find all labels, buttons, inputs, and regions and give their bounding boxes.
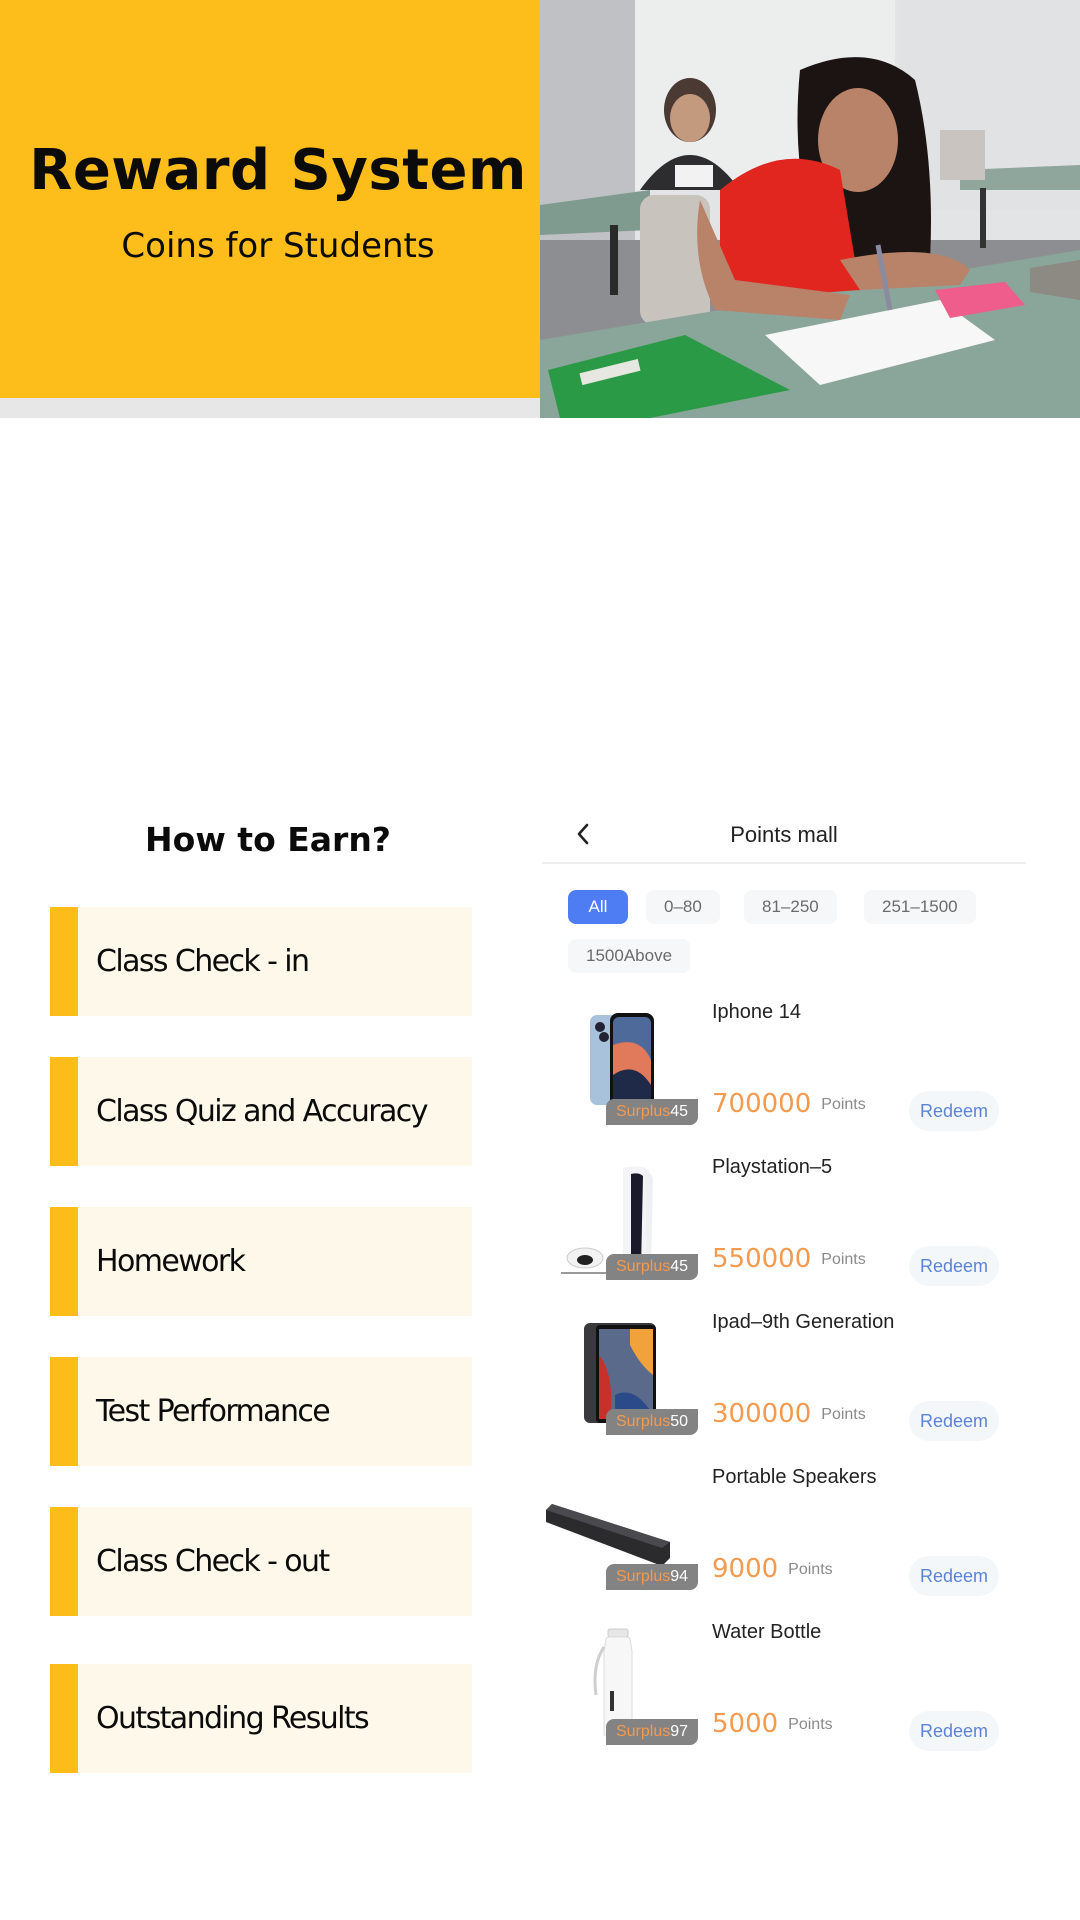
surplus-badge: Surplus94: [606, 1564, 698, 1590]
filter-chip-all[interactable]: All: [568, 890, 628, 924]
accent-bar: [50, 1357, 78, 1466]
earn-item-label: Class Quiz and Accuracy: [96, 1094, 428, 1129]
filter-chip-0-80[interactable]: 0–80: [646, 890, 720, 924]
classroom-photo-illustration: [540, 0, 1080, 418]
product-price: 300000 Points: [712, 1399, 866, 1429]
surplus-badge: Surplus50: [606, 1409, 698, 1435]
surplus-badge: Surplus45: [606, 1099, 698, 1125]
earn-methods-list: Class Check - in Class Quiz and Accuracy…: [50, 907, 472, 1814]
points-unit: Points: [821, 1251, 866, 1268]
redeem-button[interactable]: Redeem: [909, 1556, 999, 1596]
accent-bar: [50, 1664, 78, 1773]
how-to-earn-heading: How to Earn?: [145, 820, 391, 859]
earn-item-label: Class Check - out: [96, 1544, 330, 1579]
points-mall-title: Points mall: [730, 822, 838, 847]
product-name: Water Bottle: [712, 1621, 822, 1643]
points-mall-panel: Points mall All 0–80 81–250 251–1500 150…: [542, 800, 1026, 1751]
hero-photo: [540, 0, 1080, 418]
earn-item-class-quiz: Class Quiz and Accuracy: [50, 1057, 472, 1166]
surplus-badge: Surplus97: [606, 1719, 698, 1745]
earn-item-label: Test Performance: [96, 1394, 331, 1429]
earn-item-label: Class Check - in: [96, 944, 310, 979]
product-item: Surplus94 Portable Speakers 9000 Points R…: [542, 1460, 1026, 1615]
product-price: 5000 Points: [712, 1709, 833, 1739]
product-name: Iphone 14: [712, 1001, 801, 1023]
redeem-button[interactable]: Redeem: [909, 1246, 999, 1286]
accent-bar: [50, 1507, 78, 1616]
earn-item-homework: Homework: [50, 1207, 472, 1316]
earn-item-test-performance: Test Performance: [50, 1357, 472, 1466]
product-name: Portable Speakers: [712, 1466, 877, 1488]
product-item: Surplus45 Playstation–5 550000 Points Red…: [542, 1150, 1026, 1305]
points-unit: Points: [821, 1406, 866, 1423]
points-unit: Points: [788, 1716, 833, 1733]
product-price: 9000 Points: [712, 1554, 833, 1584]
earn-item-label: Outstanding Results: [96, 1701, 370, 1736]
points-unit: Points: [821, 1096, 866, 1113]
redeem-button[interactable]: Redeem: [909, 1711, 999, 1751]
surplus-badge: Surplus45: [606, 1254, 698, 1280]
points-unit: Points: [788, 1561, 833, 1578]
earn-item-class-check-in: Class Check - in: [50, 907, 472, 1016]
hero-title: Reward System: [29, 138, 527, 203]
filter-chip-251-1500[interactable]: 251–1500: [864, 890, 976, 924]
product-item: Surplus45 Iphone 14 700000 Points Redeem: [542, 995, 1026, 1150]
product-list: Surplus45 Iphone 14 700000 Points Redeem …: [542, 995, 1026, 1770]
points-mall-header: Points mall: [542, 800, 1026, 864]
product-name: Ipad–9th Generation: [712, 1311, 895, 1333]
hero-divider-strip: [0, 398, 540, 418]
accent-bar: [50, 907, 78, 1016]
filter-chip-1500-above[interactable]: 1500Above: [568, 939, 691, 973]
redeem-button[interactable]: Redeem: [909, 1091, 999, 1131]
filter-chip-81-250[interactable]: 81–250: [744, 890, 837, 924]
product-price: 700000 Points: [712, 1089, 866, 1119]
product-name: Playstation–5: [712, 1156, 833, 1178]
accent-bar: [50, 1207, 78, 1316]
product-price: 550000 Points: [712, 1244, 866, 1274]
product-item: Surplus97 Water Bottle 5000 Points Redeem: [542, 1615, 1026, 1770]
redeem-button[interactable]: Redeem: [909, 1401, 999, 1441]
earn-item-label: Homework: [96, 1244, 246, 1279]
earn-item-outstanding-results: Outstanding Results: [50, 1664, 472, 1773]
earn-item-class-check-out: Class Check - out: [50, 1507, 472, 1616]
hero-subtitle: Coins for Students: [121, 226, 435, 266]
product-item: Surplus50 Ipad–9th Generation 300000 Poin…: [542, 1305, 1026, 1460]
accent-bar: [50, 1057, 78, 1166]
